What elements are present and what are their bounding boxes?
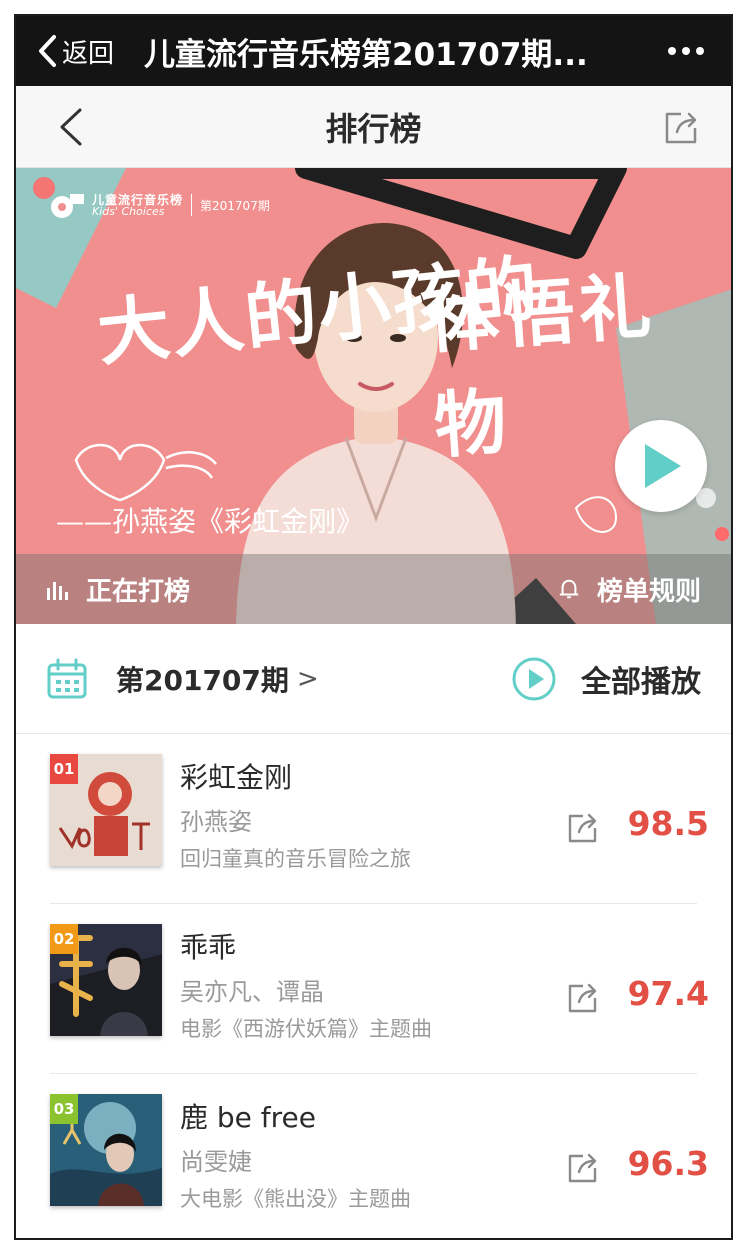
rank-badge: 03 bbox=[50, 1094, 78, 1124]
wechat-page-title: 儿童流行音乐榜第201707期... bbox=[144, 36, 588, 73]
calendar-icon bbox=[47, 658, 87, 698]
album-cover[interactable]: 01 bbox=[50, 754, 162, 866]
play-all-button[interactable]: 全部播放 bbox=[511, 656, 701, 702]
issue-row: 第201707期 > 全部播放 bbox=[16, 624, 731, 734]
album-cover[interactable]: 02 bbox=[50, 924, 162, 1036]
share-icon[interactable] bbox=[565, 810, 601, 846]
chevron-left-icon bbox=[39, 35, 56, 67]
logo-divider bbox=[191, 194, 193, 216]
rank-badge: 02 bbox=[50, 924, 78, 954]
song-description: 电影《西游伏妖篇》主题曲 bbox=[180, 1017, 432, 1041]
song-title[interactable]: 彩虹金刚 bbox=[180, 756, 531, 796]
song-row[interactable]: 01 彩虹金刚 孙燕姿 回归童真的音乐冒险之旅 98.5 bbox=[16, 734, 731, 904]
song-description: 大电影《熊出没》主题曲 bbox=[180, 1187, 411, 1211]
logo-title: 儿童流行音乐榜 bbox=[92, 192, 184, 207]
banner-strip: 正在打榜 榜单规则 bbox=[16, 554, 731, 624]
logo-subtitle: Kids' Choices bbox=[92, 204, 165, 218]
logo-icon bbox=[51, 194, 84, 218]
screen: 返回 儿童流行音乐榜第201707期... 排行榜 儿童流行音乐榜 Kids' … bbox=[14, 14, 733, 1240]
more-options-button[interactable] bbox=[641, 16, 731, 86]
song-artist: 孙燕姿 bbox=[180, 808, 252, 836]
song-row[interactable]: 02 乖乖 吴亦凡、谭晶 电影《西游伏妖篇》主题曲 97.4 bbox=[16, 904, 731, 1074]
wechat-top-bar: 返回 儿童流行音乐榜第201707期... bbox=[16, 16, 731, 86]
song-score: 96.3 bbox=[627, 1144, 709, 1183]
song-list: 01 彩虹金刚 孙燕姿 回归童真的音乐冒险之旅 98.5 02 乖乖 吴亦凡、谭… bbox=[16, 734, 731, 1238]
wechat-back-button[interactable]: 返回 bbox=[16, 16, 114, 86]
chevron-right-icon: > bbox=[296, 663, 319, 694]
play-circle-icon bbox=[512, 657, 556, 700]
banner-play-button[interactable] bbox=[615, 420, 707, 512]
play-icon bbox=[645, 444, 681, 488]
song-artist: 吴亦凡、谭晶 bbox=[180, 978, 324, 1006]
chart-banner[interactable]: 儿童流行音乐榜 Kids' Choices 第201707期 大人的小孩的 体悟… bbox=[16, 168, 731, 624]
chart-rules-label: 榜单规则 bbox=[596, 576, 701, 607]
more-icon-dot bbox=[682, 47, 690, 55]
share-icon[interactable] bbox=[661, 108, 701, 148]
bell-icon bbox=[559, 579, 579, 599]
song-score: 98.5 bbox=[627, 804, 709, 843]
album-cover[interactable]: 03 bbox=[50, 1094, 162, 1206]
song-title[interactable]: 鹿 be free bbox=[180, 1096, 531, 1136]
more-icon-dot bbox=[696, 47, 704, 55]
song-title[interactable]: 乖乖 bbox=[180, 926, 531, 966]
issue-label: 第201707期 bbox=[116, 663, 289, 697]
page-header: 排行榜 bbox=[16, 86, 731, 168]
rank-badge: 01 bbox=[50, 754, 78, 784]
song-artist: 尚雯婕 bbox=[180, 1148, 252, 1176]
issue-selector[interactable]: 第201707期 > bbox=[116, 659, 319, 699]
play-all-label: 全部播放 bbox=[581, 664, 701, 700]
song-description: 回归童真的音乐冒险之旅 bbox=[180, 847, 411, 871]
back-arrow-icon[interactable] bbox=[52, 106, 92, 148]
banner-credit: ——孙燕姿《彩虹金刚》 bbox=[56, 505, 365, 538]
chart-rules-link[interactable]: 榜单规则 bbox=[557, 571, 701, 608]
now-voting-link[interactable]: 正在打榜 bbox=[46, 571, 190, 608]
share-icon[interactable] bbox=[565, 1150, 601, 1186]
now-voting-label: 正在打榜 bbox=[86, 576, 191, 607]
song-score: 97.4 bbox=[627, 974, 709, 1013]
song-row[interactable]: 03 鹿 be free 尚雯婕 大电影《熊出没》主题曲 96.3 bbox=[16, 1074, 731, 1238]
bar-chart-icon bbox=[47, 582, 68, 600]
share-icon[interactable] bbox=[565, 980, 601, 1016]
page-title: 排行榜 bbox=[325, 109, 422, 148]
more-icon bbox=[668, 47, 676, 55]
wechat-back-label: 返回 bbox=[62, 38, 115, 69]
